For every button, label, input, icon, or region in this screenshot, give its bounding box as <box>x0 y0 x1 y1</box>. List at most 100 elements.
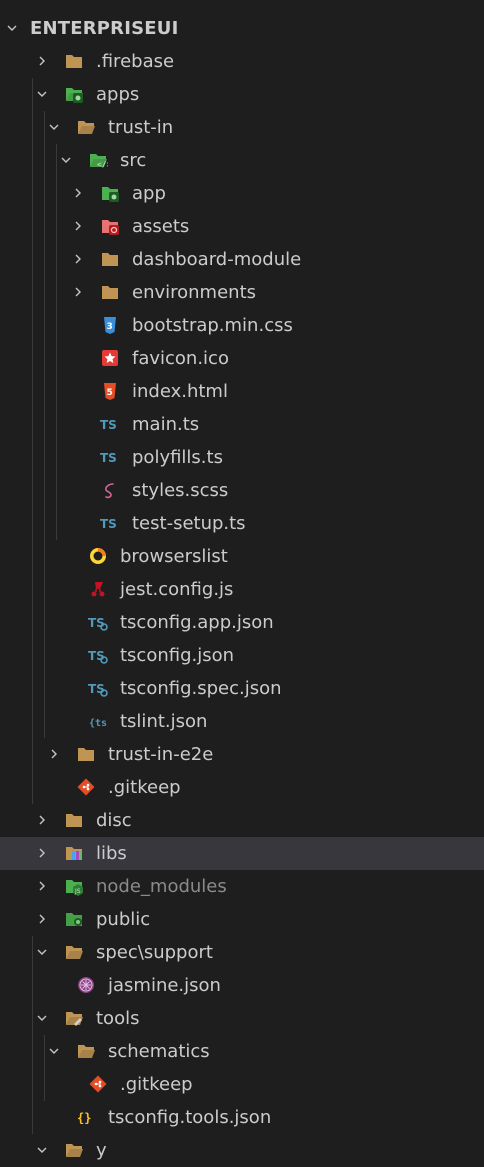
svg-text:</>: </> <box>97 160 108 169</box>
tree-item-label: public <box>96 909 151 930</box>
tree-item-label: disc <box>96 810 132 831</box>
tree-item[interactable]: assets <box>0 210 484 243</box>
tree-item-label: tsconfig.spec.json <box>120 678 282 699</box>
tsconfig-file-icon: TS <box>88 612 108 632</box>
tree-item[interactable]: y <box>0 1134 484 1167</box>
chevron-down-icon <box>48 121 60 133</box>
tree-item[interactable]: </> src <box>0 144 484 177</box>
tree-item[interactable]: .gitkeep <box>0 1068 484 1101</box>
tree-item[interactable]: environments <box>0 276 484 309</box>
tree-item-label: tools <box>96 1008 140 1029</box>
chevron-down-icon <box>36 1144 48 1156</box>
tree-item-label: trust-in <box>108 117 174 138</box>
chevron-right-icon <box>72 187 84 199</box>
tree-item-label: .firebase <box>96 51 175 72</box>
tree-item[interactable]: public <box>0 903 484 936</box>
tree-item[interactable]: styles.scss <box>0 474 484 507</box>
explorer-root-header[interactable]: ENTERPRISEUI <box>0 12 484 45</box>
tree-item[interactable]: 3 bootstrap.min.css <box>0 309 484 342</box>
tree-item[interactable]: TS tsconfig.spec.json <box>0 672 484 705</box>
tree-item[interactable]: app <box>0 177 484 210</box>
tree-item[interactable]: .firebase <box>0 45 484 78</box>
typescript-file-icon: TS <box>100 447 120 467</box>
tree-item-label: apps <box>96 84 140 105</box>
svg-text:{ts}: {ts} <box>89 718 108 729</box>
folder-libs-icon <box>64 843 84 863</box>
git-file-icon <box>88 1074 108 1094</box>
folder-open-icon <box>76 117 96 137</box>
tree-item-label: trust-in-e2e <box>108 744 214 765</box>
tree-item-label: browserslist <box>120 546 228 567</box>
sass-file-icon <box>100 480 120 500</box>
tree-item[interactable]: TS tsconfig.app.json <box>0 606 484 639</box>
tree-item[interactable]: 5 index.html <box>0 375 484 408</box>
chevron-down-icon <box>6 22 18 34</box>
tree-item[interactable]: trust-in-e2e <box>0 738 484 771</box>
tree-item[interactable]: trust-in <box>0 111 484 144</box>
svg-text:TS: TS <box>88 616 105 630</box>
tree-item[interactable]: dashboard-module <box>0 243 484 276</box>
tree-item[interactable]: tools <box>0 1002 484 1035</box>
tree-item-label: .gitkeep <box>108 777 181 798</box>
chevron-down-icon <box>48 1045 60 1057</box>
folder-icon <box>100 249 120 269</box>
tree-item[interactable]: favicon.ico <box>0 342 484 375</box>
tree-item[interactable]: browserslist <box>0 540 484 573</box>
folder-public-icon <box>64 909 84 929</box>
tree-item-label: polyfills.ts <box>132 447 223 468</box>
html-file-icon: 5 <box>100 381 120 401</box>
tree-item[interactable]: disc <box>0 804 484 837</box>
tree-item[interactable]: jasmine.json <box>0 969 484 1002</box>
tree-item[interactable]: JS node_modules <box>0 870 484 903</box>
tree-item[interactable]: {ts} tslint.json <box>0 705 484 738</box>
tree-item[interactable]: TS polyfills.ts <box>0 441 484 474</box>
tree-item-label: bootstrap.min.css <box>132 315 293 336</box>
folder-icon <box>76 744 96 764</box>
tree-item[interactable]: TS main.ts <box>0 408 484 441</box>
chevron-right-icon <box>36 55 48 67</box>
tree-item-label: schematics <box>108 1041 210 1062</box>
tree-item[interactable]: schematics <box>0 1035 484 1068</box>
chevron-right-icon <box>36 913 48 925</box>
folder-app-open-icon <box>64 84 84 104</box>
tree-item-label: spec\support <box>96 942 213 963</box>
tree-item[interactable]: .gitkeep <box>0 771 484 804</box>
tree-item[interactable]: jest.config.js <box>0 573 484 606</box>
tree-item[interactable]: apps <box>0 78 484 111</box>
chevron-down-icon <box>60 154 72 166</box>
folder-open-icon <box>64 942 84 962</box>
tree-item-label: .gitkeep <box>120 1074 193 1095</box>
folder-open-icon <box>64 1140 84 1160</box>
tree-item-label: dashboard-module <box>132 249 302 270</box>
tree-item-label: main.ts <box>132 414 200 435</box>
chevron-down-icon <box>36 1012 48 1024</box>
tree-item-label: src <box>120 150 147 171</box>
tree-item[interactable]: libs <box>0 837 484 870</box>
tree-item[interactable]: spec\support <box>0 936 484 969</box>
typescript-file-icon: TS <box>100 513 120 533</box>
tslint-file-icon: {ts} <box>88 711 108 731</box>
chevron-right-icon <box>36 814 48 826</box>
folder-src-open-icon: </> <box>88 150 108 170</box>
chevron-right-icon <box>36 880 48 892</box>
tree-item[interactable]: TS test-setup.ts <box>0 507 484 540</box>
chevron-right-icon <box>72 253 84 265</box>
svg-text:{}: {} <box>77 1111 91 1125</box>
tree-item[interactable]: TS tsconfig.json <box>0 639 484 672</box>
folder-app-icon <box>100 183 120 203</box>
folder-node-icon: JS <box>64 876 84 896</box>
chevron-right-icon <box>36 847 48 859</box>
svg-text:TS: TS <box>88 682 105 696</box>
tsconfig-file-icon: TS <box>88 678 108 698</box>
typescript-file-icon: TS <box>100 414 120 434</box>
svg-text:3: 3 <box>107 322 113 332</box>
json-file-icon: {} <box>76 1107 96 1127</box>
tree-item[interactable]: {} tsconfig.tools.json <box>0 1101 484 1134</box>
tree-item-label: tsconfig.tools.json <box>108 1107 272 1128</box>
explorer-tree: ENTERPRISEUI .firebase apps trust-in </> src a… <box>0 0 484 1165</box>
tree-item-label: tsconfig.app.json <box>120 612 274 633</box>
css-file-icon: 3 <box>100 315 120 335</box>
tree-item-label: assets <box>132 216 190 237</box>
folder-tools-open-icon <box>64 1008 84 1028</box>
tree-item-label: y <box>96 1140 107 1161</box>
